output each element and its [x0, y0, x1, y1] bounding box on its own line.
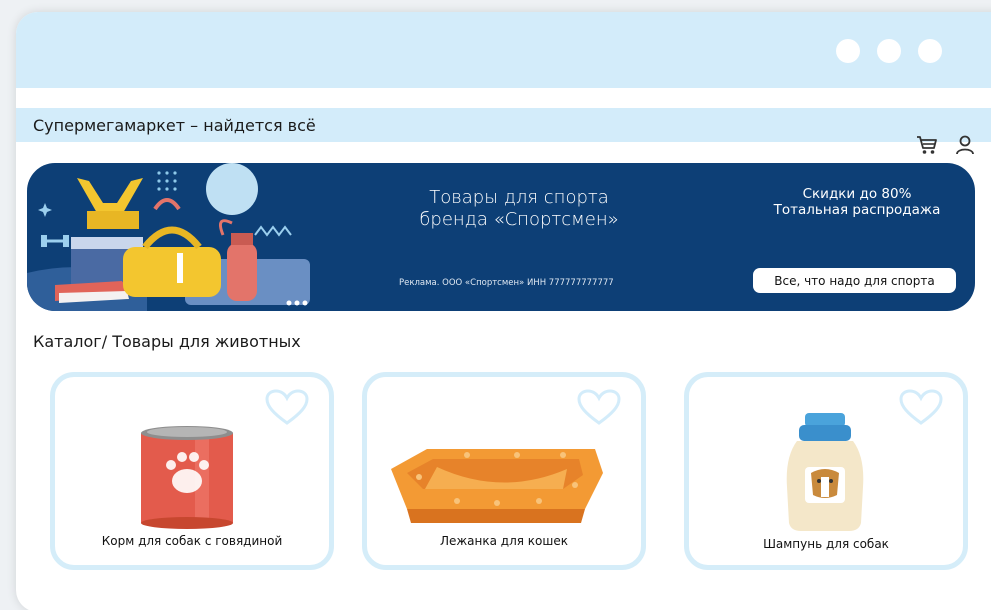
product-card[interactable]: Лежанка для кошек [362, 372, 646, 570]
banner-legal-text: Реклама. ООО «Спортсмен» ИНН 77777777777… [399, 278, 614, 288]
user-icon[interactable] [955, 135, 975, 155]
product-name[interactable]: Лежанка для кошек [367, 534, 641, 548]
window-dot-1[interactable] [836, 39, 860, 63]
header-icons [916, 135, 975, 155]
cart-icon[interactable] [916, 135, 938, 155]
banner-title-line1: Товары для спорта [429, 187, 609, 208]
site-title[interactable]: Супермегамаркет – найдется всё [33, 116, 316, 135]
product-name[interactable]: Шампунь для собак [689, 537, 963, 551]
site-header: Супермегамаркет – найдется всё [16, 108, 991, 142]
banner-sale-line1: Скидки до 80% [802, 186, 912, 202]
banner-title: Товары для спорта бренда «Спортсмен» [389, 187, 649, 231]
window-titlebar [16, 12, 991, 88]
promo-banner[interactable]: Товары для спорта бренда «Спортсмен» Ски… [27, 163, 975, 311]
window-controls [836, 39, 942, 63]
breadcrumb[interactable]: Каталог/ Товары для животных [33, 332, 301, 351]
banner-sale-line2: Тотальная распродажа [773, 202, 941, 218]
sports-goods-illustration [27, 163, 310, 311]
banner-title-line2: бренда «Спортсмен» [419, 209, 619, 230]
product-name[interactable]: Корм для собак с говядиной [55, 534, 329, 548]
product-card[interactable]: Шампунь для собак [684, 372, 968, 570]
banner-sale-text: Скидки до 80% Тотальная распродажа [757, 186, 957, 218]
window-dot-3[interactable] [918, 39, 942, 63]
banner-cta-button[interactable]: Все, что надо для спорта [753, 268, 956, 293]
window-dot-2[interactable] [877, 39, 901, 63]
product-card[interactable]: Корм для собак с говядиной [50, 372, 334, 570]
